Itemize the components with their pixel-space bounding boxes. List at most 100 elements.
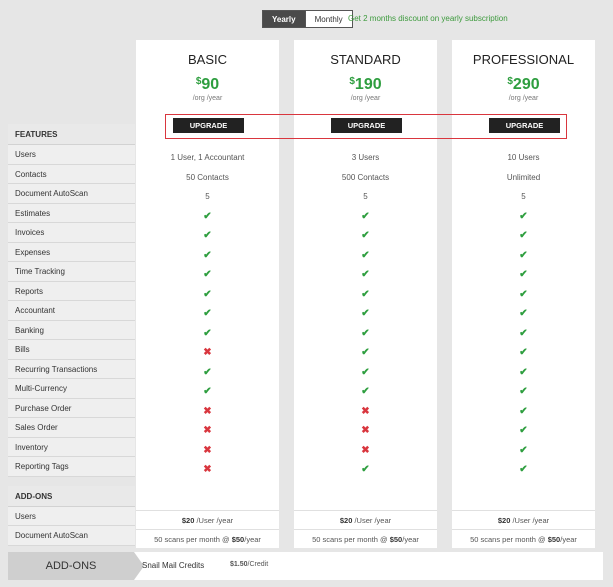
check-icon: ✔ [203,308,212,319]
upgrade-buttons-highlight [165,114,567,139]
cross-icon: ✖ [203,425,212,436]
check-icon: ✔ [203,210,212,222]
feature-label: Reporting Tags [8,457,135,477]
price-amount: 290 [512,76,540,93]
plan-price: $290 [452,76,595,94]
feature-cell: ✖ [294,441,437,461]
feature-cells: 1 User, 1 Accountant 50 Contacts 5 ✔ ✔ ✔ ✔ ✔ ✔ ✔ ✖… [136,148,279,480]
cross-icon: ✖ [361,425,370,436]
addon-label: Document AutoScan [8,526,135,546]
feature-cell: ✔ [452,226,595,246]
feature-cell: ✔ [452,421,595,441]
check-icon: ✔ [361,347,370,358]
feature-cell: ✔ [294,363,437,383]
feature-cell: ✔ [294,226,437,246]
feature-label: Users [8,145,135,165]
check-icon: ✔ [519,249,528,261]
check-icon: ✔ [361,210,370,222]
feature-label: Accountant [8,301,135,321]
feature-cell: ✖ [136,421,279,441]
addon-scan-text: 50 scans per month @ [154,535,232,544]
check-icon: ✔ [519,444,528,456]
addon-scan-price: 50 scans per month @ $50/year [452,529,595,548]
yearly-toggle-button[interactable]: Yearly [262,10,306,28]
cross-icon: ✖ [203,444,212,456]
check-icon: ✔ [519,210,528,222]
plan-name: STANDARD [330,52,401,67]
feature-label: Invoices [8,223,135,243]
check-icon: ✔ [519,425,528,436]
addon-scan-price: 50 scans per month @ $50/year [294,529,437,548]
cross-icon: ✖ [203,464,212,475]
check-icon: ✔ [203,366,212,378]
addon-scan-unit: /year [560,535,577,544]
billing-toggle: Yearly Monthly [262,10,353,28]
feature-cell: ✔ [294,285,437,305]
price-amount: 190 [354,76,382,93]
addon-users-amount: $20 [497,516,511,525]
feature-cell: ✔ [452,343,595,363]
check-icon: ✔ [361,327,370,339]
check-icon: ✔ [361,464,370,475]
bottom-addons-tab[interactable]: ADD-ONS [8,552,134,580]
features-header: FEATURES [8,124,135,145]
monthly-toggle-button[interactable]: Monthly [305,10,353,28]
addon-users-unit: /User /year [194,516,234,525]
addons-header: ADD-ONS [8,485,135,507]
feature-cell: ✖ [294,402,437,422]
check-icon: ✔ [361,308,370,319]
feature-cells: 10 Users Unlimited 5 ✔ ✔ ✔ ✔ ✔ ✔ ✔ ✔ ✔ ✔ ✔ ✔ ✔ ✔ [452,148,595,480]
check-icon: ✔ [519,327,528,339]
check-icon: ✔ [519,269,528,280]
feature-cell: 5 [363,192,368,201]
feature-label: Contacts [8,164,135,184]
check-icon: ✔ [361,386,370,397]
snail-mail-credits-price: $1.50/Credit [230,561,269,568]
discount-promo-text: Get 2 months discount on yearly subscrip… [348,14,508,23]
check-icon: ✔ [203,249,212,261]
check-icon: ✔ [361,249,370,261]
check-icon: ✔ [203,327,212,339]
check-icon: ✔ [203,386,212,397]
addon-users-unit: /User /year [352,516,392,525]
feature-cell: 500 Contacts [341,172,390,182]
check-icon: ✔ [361,366,370,378]
feature-label: Bills [8,340,135,360]
feature-cell: ✔ [452,441,595,461]
price-amount: 90 [201,76,220,93]
check-icon: ✔ [519,386,528,397]
feature-cell: ✔ [294,460,437,480]
price-period: /org /year [350,95,381,102]
addon-cells: $20 /User /year 50 scans per month @ $50/… [294,510,437,548]
feature-cell: ✖ [136,343,279,363]
feature-cell: Unlimited [506,172,541,182]
feature-cell: ✔ [452,265,595,285]
feature-cell: ✔ [452,324,595,344]
check-icon: ✔ [361,269,370,280]
feature-cell: ✔ [136,363,279,383]
feature-label: Expenses [8,242,135,262]
addon-users-unit: /User /year [510,516,550,525]
feature-cell: ✔ [452,304,595,324]
check-icon: ✔ [203,269,212,280]
feature-cell: 3 Users [351,153,380,162]
cross-icon: ✖ [361,405,370,417]
plan-price: $90 [136,76,279,94]
check-icon: ✔ [519,405,528,417]
bottom-addons-bar: ADD-ONS Snail Mail Credits $1.50/Credit [8,552,603,580]
feature-cell: ✔ [136,207,279,227]
feature-cell: ✔ [136,226,279,246]
addon-scan-unit: /year [402,535,419,544]
check-icon: ✔ [519,347,528,358]
addon-cells: $20 /User /year 50 scans per month @ $50/… [452,510,595,548]
feature-cell: ✔ [136,265,279,285]
feature-cell: ✔ [294,343,437,363]
addon-cells: $20 /User /year 50 scans per month @ $50/… [136,510,279,548]
feature-cell: 5 [205,192,210,201]
feature-cell: ✔ [452,285,595,305]
feature-cell: ✔ [452,402,595,422]
plan-name: BASIC [187,52,227,67]
feature-cells: 3 Users 500 Contacts 5 ✔ ✔ ✔ ✔ ✔ ✔ ✔ ✔ ✔ ✔ ✖ ✖ ✖ ✔ [294,148,437,480]
feature-cell: ✔ [294,246,437,266]
feature-cell: ✔ [136,324,279,344]
